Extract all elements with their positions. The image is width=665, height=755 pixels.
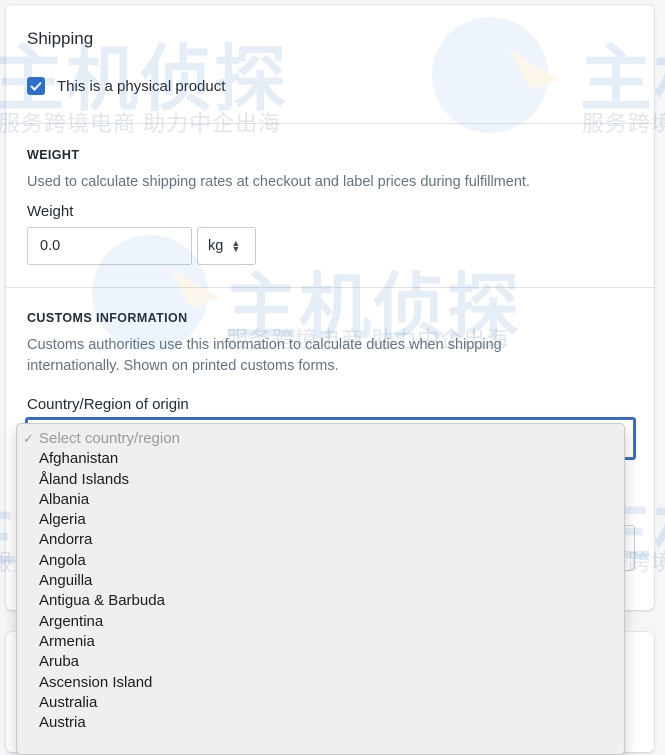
weight-label: Weight: [27, 203, 74, 220]
dropdown-option[interactable]: Ascension Island: [17, 673, 624, 693]
customs-help-line-2: internationally. Shown on printed custom…: [27, 358, 339, 374]
checkmark-icon: ✓: [23, 431, 34, 446]
dropdown-option[interactable]: Åland Islands: [17, 470, 624, 490]
dropdown-option[interactable]: Afghanistan: [17, 449, 624, 469]
physical-product-label: This is a physical product: [57, 77, 226, 95]
dropdown-option[interactable]: Australia: [17, 693, 624, 713]
dropdown-option[interactable]: Andorra: [17, 530, 624, 550]
dropdown-option[interactable]: Aruba: [17, 652, 624, 672]
customs-help-line-1: Customs authorities use this information…: [27, 337, 502, 353]
dropdown-option-placeholder[interactable]: ✓ Select country/region: [17, 429, 624, 449]
weight-help-text: Used to calculate shipping rates at chec…: [27, 174, 530, 190]
checkmark-icon: [30, 81, 42, 91]
divider: [6, 287, 654, 288]
country-label: Country/Region of origin: [27, 396, 189, 413]
country-dropdown-list[interactable]: ✓ Select country/region Afghanistan Ålan…: [16, 423, 625, 755]
dropdown-option[interactable]: Anguilla: [17, 571, 624, 591]
dropdown-option[interactable]: Armenia: [17, 632, 624, 652]
weight-heading: WEIGHT: [27, 148, 80, 162]
dropdown-option[interactable]: Angola: [17, 551, 624, 571]
dropdown-option[interactable]: Austria: [17, 713, 624, 733]
dropdown-option[interactable]: Albania: [17, 490, 624, 510]
dropdown-option[interactable]: Algeria: [17, 510, 624, 530]
weight-unit-select[interactable]: kg ▲ ▼: [197, 227, 256, 265]
weight-input[interactable]: 0.0: [27, 227, 192, 265]
weight-value: 0.0: [40, 238, 61, 254]
dropdown-option[interactable]: Argentina: [17, 612, 624, 632]
up-down-arrows-icon: ▲ ▼: [231, 238, 241, 254]
divider: [6, 123, 654, 124]
dropdown-option[interactable]: Antigua & Barbuda: [17, 591, 624, 611]
physical-product-checkbox[interactable]: [27, 77, 45, 95]
customs-heading: CUSTOMS INFORMATION: [27, 311, 188, 325]
section-title: Shipping: [27, 29, 94, 48]
physical-product-row[interactable]: This is a physical product: [27, 77, 225, 95]
weight-unit-value: kg: [208, 238, 224, 254]
option-label: Select country/region: [39, 430, 180, 447]
